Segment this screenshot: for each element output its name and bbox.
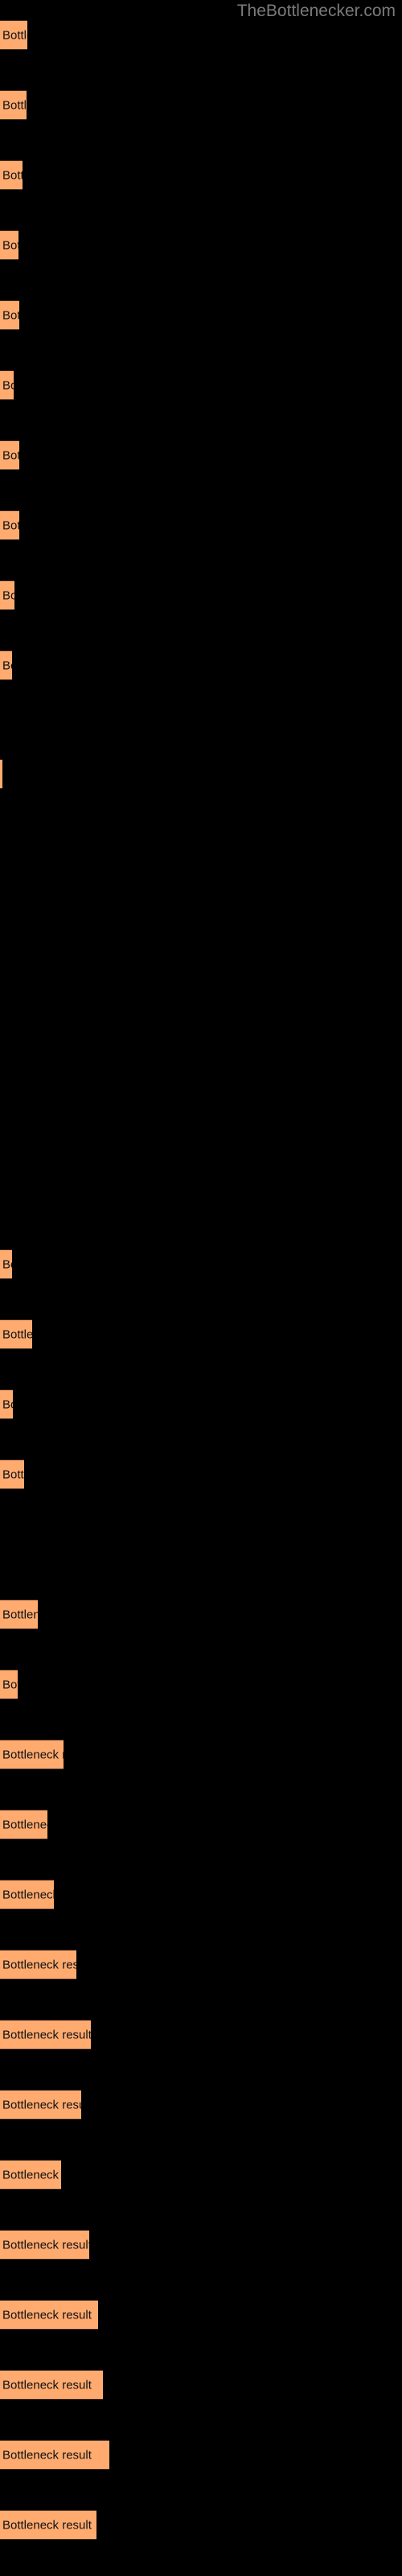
bar-row: Bottleneck result	[0, 510, 402, 540]
bar[interactable]: Bottleneck result	[0, 1249, 12, 1279]
bar-label: Bottleneck result	[2, 98, 27, 112]
bar[interactable]: Bottleneck result	[0, 440, 19, 470]
bar[interactable]: Bottleneck result	[0, 2160, 61, 2190]
bar-label: Bottleneck result	[2, 1608, 38, 1621]
bar-row: Bottleneck result	[0, 20, 402, 50]
bar-label: Bottleneck result	[2, 2028, 91, 2041]
bar[interactable]: Bottleneck result	[0, 2090, 81, 2120]
bar-label: Bottleneck result	[2, 1888, 54, 1901]
bar-label: Bottleneck result	[2, 1958, 76, 1971]
bar[interactable]: Bottleneck result	[0, 1950, 76, 1979]
bar-label: Bottleneck result	[2, 28, 27, 42]
bar-label: Bottleneck result	[2, 2378, 92, 2392]
bar[interactable]: Bottleneck result	[0, 370, 14, 400]
bar-chart-root: TheBottlenecker.com Bottleneck resultBot…	[0, 0, 402, 2576]
bar-row: Bottleneck result	[0, 160, 402, 190]
bar-row: Bottleneck result	[0, 580, 402, 610]
bar-label: Bottleneck result	[2, 588, 14, 602]
bar[interactable]: Bottleneck result	[0, 2510, 96, 2540]
bar-row: Bottleneck result	[0, 1600, 402, 1629]
bar[interactable]: Bottleneck result	[0, 580, 14, 610]
bar-row: Bottleneck result	[0, 2510, 402, 2540]
bar[interactable]: Bottleneck result	[0, 230, 18, 260]
bar-row: Bottleneck result	[0, 1950, 402, 1979]
bar-row: Bottleneck result	[0, 1810, 402, 1839]
bar-label: Bottleneck result	[2, 518, 19, 532]
bar-label: Bottleneck result	[2, 1397, 13, 1411]
bar-label: Bottleneck result	[2, 378, 14, 392]
bar-label: Bottleneck result	[2, 658, 12, 672]
bar-row: Bottleneck result	[0, 1670, 402, 1699]
bar-row: Bottleneck result	[0, 300, 402, 330]
bar-label: Bottleneck result	[2, 238, 18, 252]
bar-row: Bottleneck result	[0, 2090, 402, 2120]
bar-row: Bottleneck result	[0, 1179, 402, 1209]
bar-row: Bottleneck result	[0, 1740, 402, 1769]
bar-label: Bottleneck result	[2, 1678, 18, 1691]
bar[interactable]: Bottleneck result	[0, 2230, 89, 2260]
bar-row: Bottleneck result	[0, 829, 402, 859]
bar-row: Bottleneck result	[0, 1319, 402, 1349]
bar-label: Bottleneck result	[2, 2308, 92, 2322]
bar-row: Bottleneck result	[0, 1530, 402, 1559]
bar-row: Bottleneck result	[0, 1459, 402, 1489]
bar[interactable]: Bottleneck result	[0, 2440, 109, 2470]
bar-label: Bottleneck result	[2, 448, 19, 462]
bar[interactable]: Bottleneck result	[0, 300, 19, 330]
bar-label: Bottleneck result	[2, 308, 19, 322]
bar-label: Bottleneck result	[2, 2168, 61, 2182]
bar-row: Bottleneck result	[0, 1109, 402, 1139]
bar-label: Bottleneck result	[2, 1257, 12, 1271]
bar-label: Bottleneck result	[2, 2448, 92, 2462]
bar[interactable]: Bottleneck result	[0, 1600, 38, 1629]
bar[interactable]: Bottleneck result	[0, 1810, 47, 1839]
bar[interactable]: Bottleneck result	[0, 160, 23, 190]
bar[interactable]: Bottleneck result	[0, 90, 27, 120]
bar-label: Bottleneck result	[2, 1327, 32, 1341]
bar[interactable]: Bottleneck result	[0, 2020, 91, 2050]
bar-row: Bottleneck result	[0, 370, 402, 400]
bar[interactable]: Bottleneck result	[0, 1740, 64, 1769]
bar-label: Bottleneck result	[2, 2098, 81, 2112]
bar-row: Bottleneck result	[0, 1249, 402, 1279]
bar[interactable]: Bottleneck result	[0, 20, 27, 50]
bar-label: Bottleneck result	[2, 2238, 89, 2252]
bar[interactable]: Bottleneck result	[0, 759, 2, 789]
bar-row: Bottleneck result	[0, 2230, 402, 2260]
bar[interactable]: Bottleneck result	[0, 1319, 32, 1349]
bar[interactable]: Bottleneck result	[0, 2300, 98, 2330]
bar-row: Bottleneck result	[0, 969, 402, 999]
bar-row: Bottleneck result	[0, 2440, 402, 2470]
bar-label: Bottleneck result	[2, 168, 23, 182]
bar-label: Bottleneck result	[2, 1748, 64, 1761]
bar[interactable]: Bottleneck result	[0, 650, 12, 680]
bar-label: Bottleneck result	[2, 1468, 24, 1481]
bar-row: Bottleneck result	[0, 899, 402, 929]
bar-row: Bottleneck result	[0, 440, 402, 470]
bar[interactable]: Bottleneck result	[0, 1389, 13, 1419]
bar-label: Bottleneck result	[2, 1818, 47, 1831]
bar[interactable]: Bottleneck result	[0, 510, 19, 540]
bar-row: Bottleneck result	[0, 2020, 402, 2050]
bar-row: Bottleneck result	[0, 1389, 402, 1419]
bar[interactable]: Bottleneck result	[0, 1459, 24, 1489]
bar-label: Bottleneck result	[2, 2518, 92, 2532]
bar[interactable]: Bottleneck result	[0, 2370, 103, 2400]
bar-row: Bottleneck result	[0, 230, 402, 260]
bar-row: Bottleneck result	[0, 2300, 402, 2330]
plot-area: Bottleneck result Bottleneck result Bottle…	[0, 0, 402, 2576]
bar-row: Bottleneck result	[0, 650, 402, 680]
bar-row: Bottleneck result	[0, 759, 402, 789]
bar-row: Bottleneck result	[0, 90, 402, 120]
bar-row: Bottleneck result	[0, 1039, 402, 1069]
bar[interactable]: Bottleneck result	[0, 1880, 54, 1909]
bar-row: Bottleneck result	[0, 2370, 402, 2400]
bar[interactable]: Bottleneck result	[0, 1670, 18, 1699]
bar-row: Bottleneck result	[0, 1880, 402, 1909]
bar-row: Bottleneck result	[0, 2160, 402, 2190]
